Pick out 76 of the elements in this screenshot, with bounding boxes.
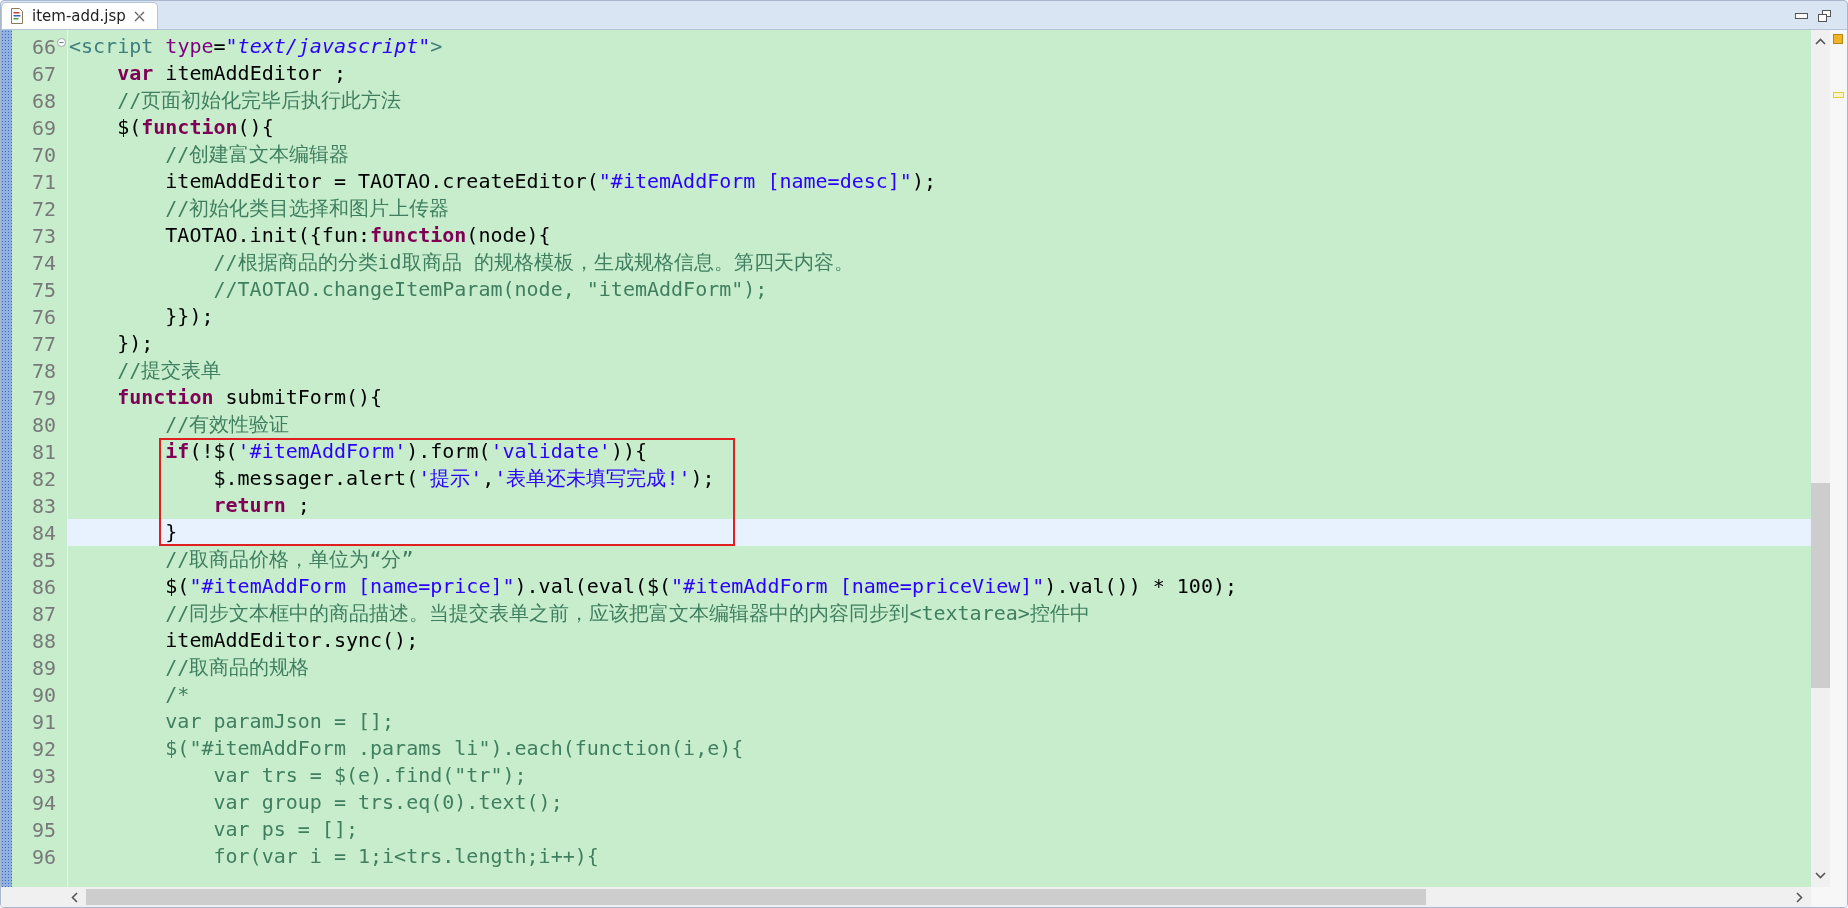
code-line: itemAddEditor = TAOTAO.createEditor("#itemAddForm [name=desc]"); <box>164 168 937 195</box>
warning-marker[interactable] <box>1833 34 1843 44</box>
code-line: //页面初始化完毕后执行此方法 <box>116 87 403 114</box>
line-number: 74 <box>31 250 56 275</box>
close-icon[interactable] <box>133 10 145 22</box>
line-number: 73 <box>31 223 56 248</box>
line-number: 84 <box>31 520 56 545</box>
line-number: 81 <box>31 439 56 464</box>
line-number: 82 <box>31 466 56 491</box>
line-number: 78 <box>31 358 56 383</box>
line-number: 83 <box>31 493 56 518</box>
code-line: //根据商品的分类id取商品 的规格模板，生成规格信息。第四天内容。 <box>212 249 855 276</box>
code-line: //取商品的规格 <box>164 654 311 681</box>
code-line: var group = trs.eq(0).text(); <box>212 789 564 816</box>
code-line: TAOTAO.init({fun:function(node){ <box>164 222 552 249</box>
line-number: 77 <box>31 331 56 356</box>
occurrence-marker[interactable] <box>1833 92 1844 98</box>
scroll-thumb[interactable] <box>86 889 1426 905</box>
code-line: <script type="text/javascript"> <box>68 33 444 60</box>
line-number: 86 <box>31 574 56 599</box>
line-number: 87 <box>31 601 56 626</box>
code-line: /* <box>164 681 191 708</box>
code-line: var trs = $(e).find("tr"); <box>212 762 528 789</box>
scroll-thumb[interactable] <box>1811 483 1830 688</box>
line-number: 66 <box>31 34 56 59</box>
editor-tab[interactable]: item-add.jsp <box>1 2 158 29</box>
code-line: //有效性验证 <box>164 411 291 438</box>
scroll-down-icon[interactable] <box>1815 872 1826 879</box>
code-line: $(function(){ <box>116 114 275 141</box>
line-number: 90 <box>31 682 56 707</box>
code-line: //创建富文本编辑器 <box>164 141 351 168</box>
line-number: 89 <box>31 655 56 680</box>
code-line: return ; <box>212 492 311 519</box>
code-line: //TAOTAO.changeItemParam(node, "itemAddForm"); <box>212 276 769 303</box>
code-line: var itemAddEditor ; <box>116 60 347 87</box>
scroll-left-icon[interactable] <box>71 891 78 903</box>
maximize-icon[interactable] <box>1818 10 1831 22</box>
line-number: 94 <box>31 790 56 815</box>
line-number: 92 <box>31 736 56 761</box>
line-number: 67 <box>31 61 56 86</box>
code-line: var paramJson = []; <box>164 708 396 735</box>
code-line: }}); <box>164 303 215 330</box>
line-number: 88 <box>31 628 56 653</box>
line-number: 80 <box>31 412 56 437</box>
line-number: 96 <box>31 844 56 869</box>
scroll-up-icon[interactable] <box>1815 38 1826 45</box>
vertical-scrollbar[interactable] <box>1811 30 1830 887</box>
file-icon <box>10 8 24 24</box>
code-line: for(var i = 1;i<trs.length;i++){ <box>212 843 600 870</box>
line-number: 69 <box>31 115 56 140</box>
line-number: 70 <box>31 142 56 167</box>
code-line: function submitForm(){ <box>116 384 384 411</box>
code-line: }); <box>116 330 155 357</box>
line-number: 76 <box>31 304 56 329</box>
code-line: $("#itemAddForm .params li").each(function(i,e){ <box>164 735 745 762</box>
code-line: itemAddEditor.sync(); <box>164 627 420 654</box>
code-line: $("#itemAddForm [name=price]").val(eval($("#itemAddForm [name=priceView]").val()) * 100); <box>164 573 1238 600</box>
code-line: //取商品价格，单位为“分” <box>164 546 415 573</box>
minimize-icon[interactable] <box>1795 13 1808 19</box>
code-line: var ps = []; <box>212 816 359 843</box>
collapse-icon[interactable] <box>57 38 66 47</box>
code-line: $.messager.alert('提示','表单还未填写完成!'); <box>212 465 716 492</box>
code-line: //提交表单 <box>116 357 223 384</box>
line-number: 93 <box>31 763 56 788</box>
line-number: 91 <box>31 709 56 734</box>
line-number: 79 <box>31 385 56 410</box>
line-number: 72 <box>31 196 56 221</box>
code-line: //初始化类目选择和图片上传器 <box>164 195 451 222</box>
scroll-right-icon[interactable] <box>1796 891 1803 903</box>
line-number: 68 <box>31 88 56 113</box>
line-number: 95 <box>31 817 56 842</box>
code-line: if(!$('#itemAddForm').form('validate')){ <box>164 438 648 465</box>
line-number: 71 <box>31 169 56 194</box>
line-number: 75 <box>31 277 56 302</box>
code-line: //同步文本框中的商品描述。当提交表单之前，应该把富文本编辑器中的内容同步到<textarea>控件中 <box>164 600 1091 627</box>
line-number: 85 <box>31 547 56 572</box>
